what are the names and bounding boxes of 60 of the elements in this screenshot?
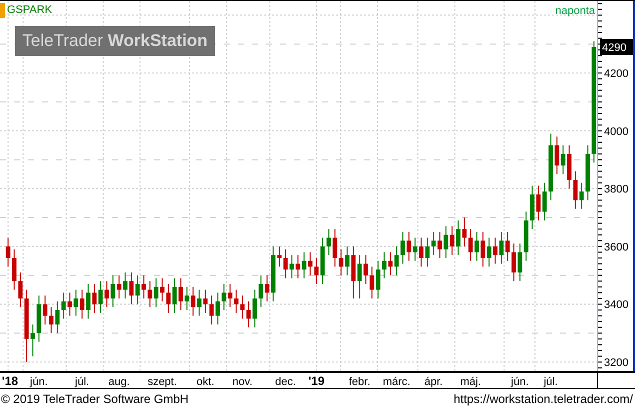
candlestick (197, 289, 202, 316)
candlestick (382, 252, 386, 279)
candlestick (142, 274, 146, 299)
candlestick (493, 237, 498, 264)
candlestick (178, 278, 183, 310)
symbol-label: GSPARK (0, 3, 52, 18)
candlestick (30, 324, 35, 357)
candlestick (400, 231, 405, 264)
x-axis-label: nov. (232, 376, 252, 388)
website-link[interactable]: https://workstation.teletrader.com/ (454, 392, 633, 406)
candlestick (12, 248, 16, 290)
candlestick (252, 289, 257, 328)
x-axis-label: '18 (2, 374, 18, 388)
candlestick (104, 280, 109, 308)
x-axis-label: jún. (511, 376, 529, 388)
candlestick (326, 228, 331, 256)
candlestick (123, 272, 128, 299)
x-axis-label: '19 (308, 374, 325, 388)
interval-label: naponta (555, 4, 595, 18)
candlestick (345, 246, 350, 276)
candlestick (68, 292, 72, 316)
x-axis-label: jún. (30, 376, 48, 388)
candlestick (567, 144, 572, 190)
candlestick (6, 237, 10, 268)
y-axis-label: 3200 (604, 357, 628, 370)
candlestick (548, 133, 553, 201)
y-axis-label: 4200 (604, 68, 628, 80)
candlestick (456, 220, 460, 256)
candlestick (160, 278, 164, 302)
y-axis-label: 4000 (604, 126, 628, 138)
candlestick (438, 231, 442, 258)
x-axis-label: febr. (348, 376, 370, 388)
candlestick (216, 292, 220, 325)
copyright-text: © 2019 TeleTrader Software GmbH (1, 392, 189, 406)
x-axis-label: júl. (75, 376, 90, 388)
x-axis-label: aug. (108, 376, 130, 388)
x-axis-label: máj. (460, 376, 481, 388)
candlestick (364, 254, 368, 284)
candlestick (290, 254, 294, 279)
candlestick (49, 306, 54, 334)
candlestick (586, 144, 590, 201)
candlestick (234, 289, 238, 314)
x-axis-label: márc. (382, 376, 410, 388)
x-axis-label: júl. (544, 376, 558, 388)
candlestick (474, 231, 479, 262)
x-axis-label: szept. (148, 376, 177, 388)
x-axis-label: dec. (275, 376, 296, 388)
y-axis-label: 3800 (604, 184, 628, 196)
candlestick (308, 252, 312, 276)
logo: TeleTrader WorkStation (15, 26, 215, 56)
x-axis-label: ápr. (424, 376, 443, 388)
candlestick (86, 284, 90, 320)
candlestick (419, 237, 424, 268)
candlestick (530, 185, 534, 230)
y-axis-label: 3600 (604, 241, 628, 254)
y-axis-label: 3400 (604, 299, 628, 312)
x-axis-label: okt. (196, 376, 214, 388)
candlestick (512, 243, 516, 282)
last-price-label: 4290 (600, 38, 633, 55)
candlestick (271, 246, 276, 302)
